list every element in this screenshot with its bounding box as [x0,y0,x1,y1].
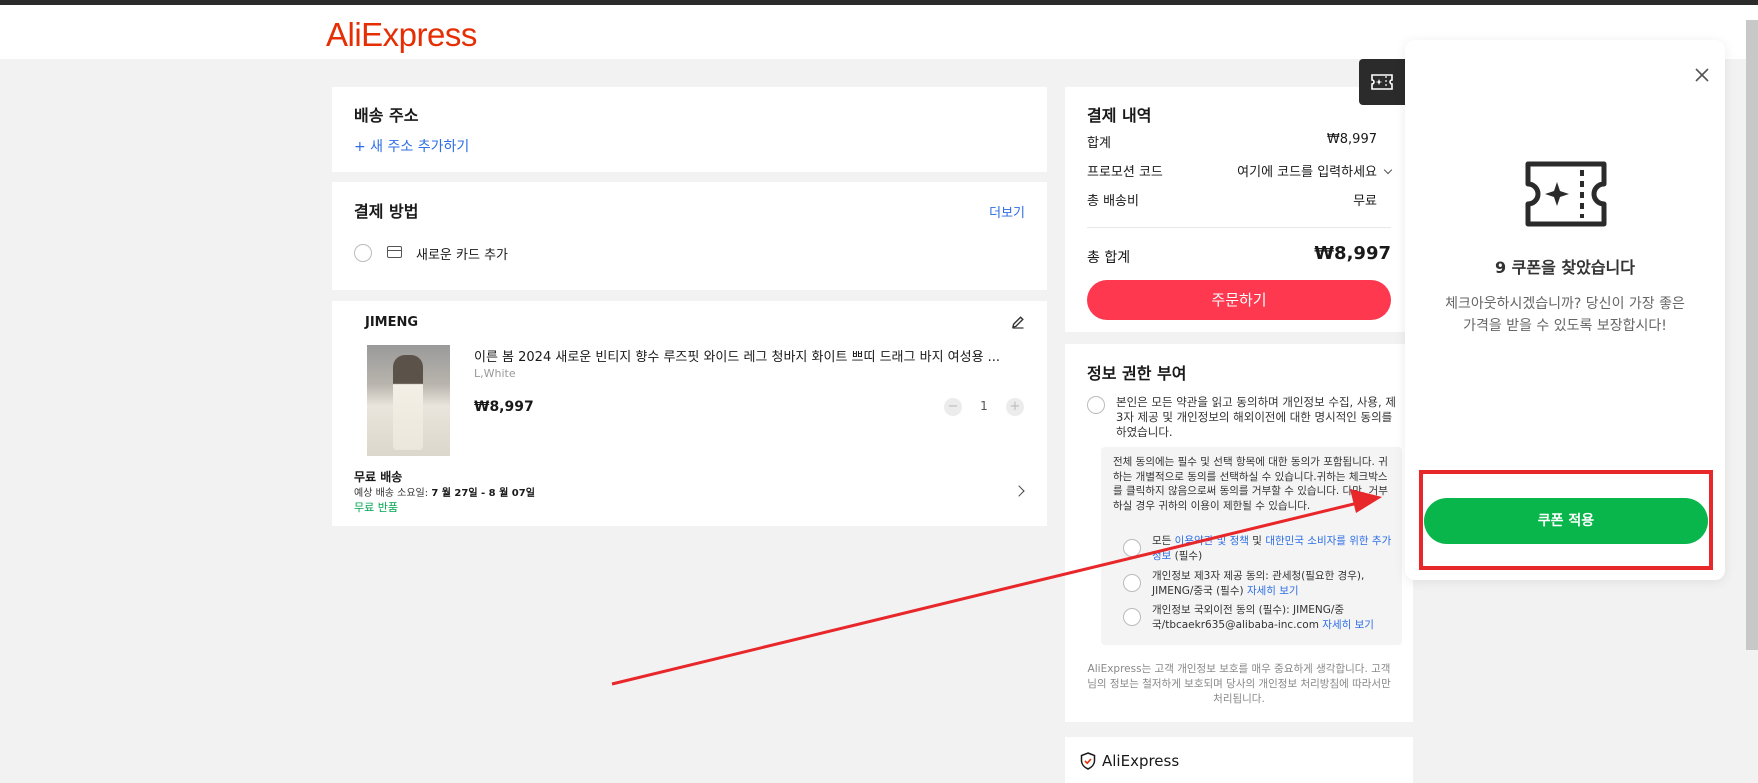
new-card-radio[interactable] [354,244,372,262]
edit-icon[interactable] [1011,315,1025,329]
order-item-card: JIMENG 이른 봄 2024 새로운 빈티지 향수 루즈핏 와이드 레그 청… [332,301,1047,526]
summary-title: 결제 내역 [1087,106,1152,125]
card-icon [387,246,402,258]
shipping-address-card: 배송 주소 + 새 주소 추가하기 [332,87,1047,172]
ticket-icon [1525,161,1607,227]
coupon-widget-tab[interactable] [1359,59,1405,105]
terms-radio[interactable] [1123,539,1141,557]
product-variant: L,White [474,367,516,380]
payment-method-title: 결제 방법 [354,202,419,221]
consent-title: 정보 권한 부여 [1087,364,1187,383]
aliexpress-logo[interactable]: AliExpress [326,16,477,54]
delivery-estimate: 예상 배송 소요일: 7 월 27일 - 8 월 07일 [354,488,535,499]
chevron-right-icon[interactable] [1013,485,1025,497]
shipping-address-title: 배송 주소 [354,106,419,125]
apply-coupon-button[interactable]: 쿠폰 적용 [1424,498,1708,544]
promo-code-input: 여기에 코드를 입력하세요 [1237,161,1393,180]
page-scrollbar[interactable] [1746,20,1758,650]
trust-logo: AliExpress [1102,752,1180,770]
seller-name[interactable]: JIMENG [365,315,418,330]
add-new-card-label[interactable]: 새로운 카드 추가 [416,244,508,263]
agree-all-radio[interactable] [1087,396,1105,414]
shipping-fee-row: 총 배송비 무료 [1087,190,1391,209]
summary-divider [1087,227,1391,228]
consent-details-box: 전체 동의에는 필수 및 선택 항목에 대한 동의가 포함됩니다. 귀하는 개별… [1101,447,1402,645]
third-party-radio[interactable] [1123,574,1141,592]
add-address-link[interactable]: + 새 주소 추가하기 [354,136,469,156]
coupon-panel-message: 체크아웃하시겠습니까? 당신이 가장 좋은 가격을 받을 수 있도록 보장합시다… [1445,296,1685,334]
shield-icon [1080,752,1096,770]
product-title[interactable]: 이른 봄 2024 새로운 빈티지 향수 루즈핏 와이드 레그 청바지 화이트 … [474,346,1019,365]
trust-footer: AliExpress [1065,737,1413,783]
shipping-type: 무료 배송 [354,470,403,484]
close-icon[interactable] [1693,66,1711,84]
promo-code-row[interactable]: 프로모션 코드 여기에 코드를 입력하세요 [1087,161,1393,180]
total-label: 총 합계 [1087,250,1131,266]
subtotal-row: 합계 ₩8,997 [1087,132,1377,151]
overseas-radio[interactable] [1123,608,1141,626]
overseas-details-link[interactable]: 자세히 보기 [1322,619,1374,631]
ticket-icon [1371,74,1393,90]
total-value: ₩8,997 [1314,243,1391,264]
terms-link[interactable]: 이용약관 및 정책 [1175,535,1249,547]
product-price: ₩8,997 [474,399,534,415]
quantity-stepper: − 1 + [944,396,1024,418]
order-summary-card: 결제 내역 합계 ₩8,997 프로모션 코드 여기에 코드를 입력하세요 총 … [1065,87,1413,332]
more-payment-link[interactable]: 더보기 [989,202,1025,221]
coupon-found-title: 9 쿠폰을 찾았습니다 [1494,258,1636,277]
subtotal-value: ₩8,997 [1326,132,1377,147]
coupon-panel: 9 쿠폰을 찾았습니다 체크아웃하시겠습니까? 당신이 가장 좋은 가격을 받을… [1405,40,1725,580]
third-party-details-link[interactable]: 자세히 보기 [1247,585,1299,597]
payment-method-card: 결제 방법 더보기 새로운 카드 추가 [332,182,1047,290]
privacy-notice: AliExpress는 고객 개인정보 보호를 매우 중요하게 생각합니다. 고… [1087,663,1391,705]
consent-description: 전체 동의에는 필수 및 선택 항목에 대한 동의가 포함됩니다. 귀하는 개별… [1113,456,1388,512]
place-order-button[interactable]: 주문하기 [1087,280,1391,320]
consent-card: 정보 권한 부여 본인은 모든 약관을 읽고 동의하며 개인정보 수집, 사용,… [1065,344,1413,722]
agree-all-text[interactable]: 본인은 모든 약관을 읽고 동의하며 개인정보 수집, 사용, 제3자 제공 및… [1116,395,1403,440]
quantity-increase-button[interactable]: + [1006,398,1024,416]
shipping-fee-value: 무료 [1353,194,1377,209]
free-returns-label: 무료 반품 [354,501,398,514]
chevron-down-icon [1383,165,1393,175]
product-thumbnail[interactable] [367,345,450,456]
